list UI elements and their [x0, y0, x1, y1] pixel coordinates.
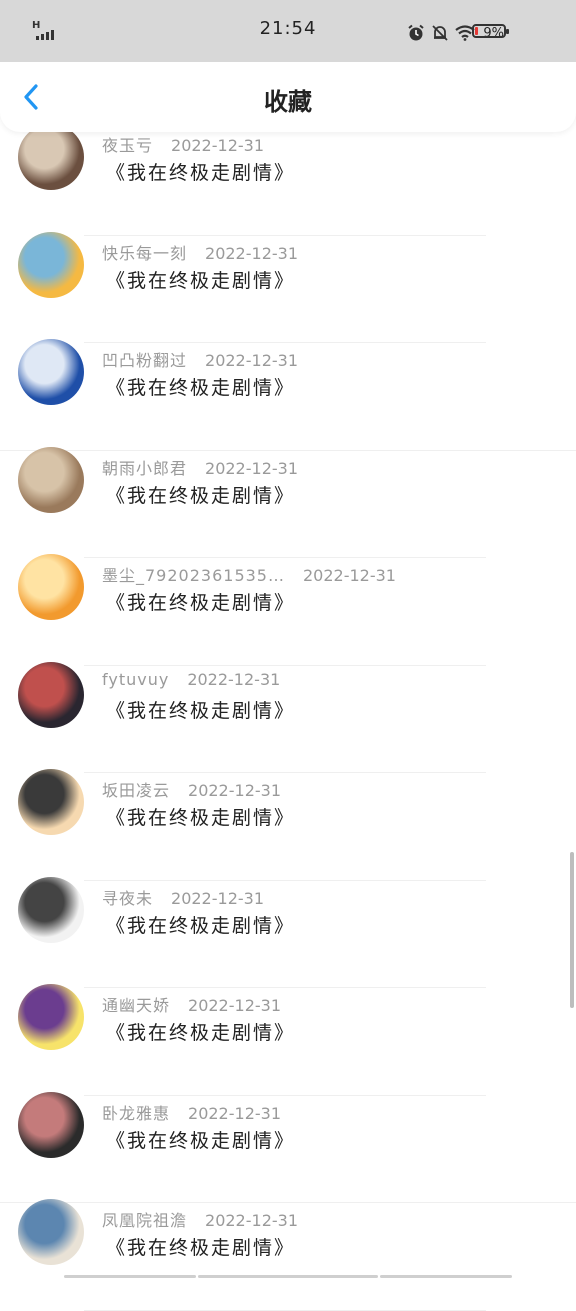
- avatar[interactable]: [18, 446, 84, 513]
- date-label: 2022-12-31: [205, 1211, 298, 1230]
- avatar[interactable]: [18, 984, 84, 1050]
- avatar[interactable]: [18, 876, 84, 943]
- list-item[interactable]: 卧龙雅惠 2022-12-31 《我在终极走剧情》: [0, 1091, 576, 1203]
- item-meta: 夜玉亏 2022-12-31: [102, 132, 264, 156]
- date-label: 2022-12-31: [205, 351, 298, 370]
- list-item[interactable]: 朝雨小郎君 2022-12-31 《我在终极走剧情》: [0, 446, 576, 558]
- list-item[interactable]: 寻夜未 2022-12-31 《我在终极走剧情》: [0, 876, 576, 988]
- avatar[interactable]: [18, 231, 84, 298]
- book-title[interactable]: 《我在终极走剧情》: [106, 481, 295, 508]
- user-name[interactable]: fytuvuy: [102, 670, 169, 689]
- user-name[interactable]: 朝雨小郎君: [102, 459, 187, 478]
- item-meta: fytuvuy 2022-12-31: [102, 670, 280, 689]
- avatar[interactable]: [18, 661, 84, 728]
- bottom-indicator-right: [380, 1275, 512, 1278]
- book-title[interactable]: 《我在终极走剧情》: [106, 911, 295, 938]
- scrollbar[interactable]: [570, 852, 574, 1008]
- battery-icon: [472, 24, 509, 38]
- divider: [84, 1309, 486, 1311]
- user-name[interactable]: 凹凸粉翻过: [102, 351, 187, 370]
- bottom-indicator-left: [64, 1275, 196, 1278]
- item-meta: 寻夜未 2022-12-31: [102, 885, 264, 909]
- item-meta: 通幽天娇 2022-12-31: [102, 992, 281, 1016]
- list-item[interactable]: fytuvuy 2022-12-31 《我在终极走剧情》: [0, 661, 576, 773]
- item-meta: 墨尘_79202361535… 2022-12-31: [102, 562, 396, 586]
- date-label: 2022-12-31: [188, 1103, 281, 1123]
- date-label: 2022-12-31: [302, 566, 396, 585]
- date-label: 2022-12-31: [171, 888, 264, 908]
- avatar[interactable]: [18, 124, 84, 190]
- user-name[interactable]: 寻夜未: [102, 889, 153, 908]
- list-item[interactable]: 快乐每一刻 2022-12-31 《我在终极走剧情》: [0, 231, 576, 343]
- avatar[interactable]: [18, 1091, 84, 1158]
- date-label: 2022-12-31: [205, 243, 298, 263]
- book-title[interactable]: 《我在终极走剧情》: [106, 373, 295, 400]
- header: 收藏: [0, 60, 576, 132]
- mute-icon: [432, 25, 449, 41]
- date-label: 2022-12-31: [205, 458, 298, 478]
- avatar[interactable]: [18, 339, 84, 405]
- avatar[interactable]: [18, 769, 84, 835]
- list-item[interactable]: 夜玉亏 2022-12-31 《我在终极走剧情》: [0, 124, 576, 236]
- list-item[interactable]: 凤凰院祖澹 2022-12-31 《我在终极走剧情》: [0, 1199, 576, 1311]
- favorites-list: 夜玉亏 2022-12-31 《我在终极走剧情》 快乐每一刻 2022-12-31 《我在…: [0, 124, 576, 1311]
- user-name[interactable]: 凤凰院祖澹: [102, 1211, 187, 1230]
- avatar[interactable]: [18, 554, 84, 620]
- list-item[interactable]: 通幽天娇 2022-12-31 《我在终极走剧情》: [0, 984, 576, 1096]
- date-label: 2022-12-31: [187, 669, 281, 689]
- book-title[interactable]: 《我在终极走剧情》: [106, 1018, 295, 1045]
- book-title[interactable]: 《我在终极走剧情》: [106, 158, 295, 185]
- book-title[interactable]: 《我在终极走剧情》: [106, 803, 295, 830]
- item-meta: 快乐每一刻 2022-12-31: [102, 240, 298, 264]
- item-meta: 凤凰院祖澹 2022-12-31: [102, 1207, 298, 1231]
- book-title[interactable]: 《我在终极走剧情》: [106, 1126, 295, 1153]
- user-name[interactable]: 坂田凌云: [102, 781, 170, 800]
- date-label: 2022-12-31: [188, 781, 281, 800]
- user-name[interactable]: 卧龙雅惠: [102, 1104, 170, 1123]
- status-bar: H 21:54 9%: [0, 0, 576, 62]
- item-meta: 卧龙雅惠 2022-12-31: [102, 1100, 281, 1124]
- user-name[interactable]: 墨尘_79202361535…: [102, 566, 285, 585]
- bottom-indicator-mid: [198, 1275, 378, 1278]
- item-meta: 坂田凌云 2022-12-31: [102, 777, 281, 801]
- book-title[interactable]: 《我在终极走剧情》: [106, 588, 295, 615]
- date-label: 2022-12-31: [171, 136, 264, 155]
- avatar[interactable]: [18, 1199, 84, 1265]
- book-title[interactable]: 《我在终极走剧情》: [106, 1233, 295, 1260]
- list-item[interactable]: 坂田凌云 2022-12-31 《我在终极走剧情》: [0, 769, 576, 881]
- list-item[interactable]: 凹凸粉翻过 2022-12-31 《我在终极走剧情》: [0, 339, 576, 451]
- book-title[interactable]: 《我在终极走剧情》: [106, 266, 295, 293]
- item-meta: 朝雨小郎君 2022-12-31: [102, 455, 298, 479]
- user-name[interactable]: 夜玉亏: [102, 136, 153, 155]
- user-name[interactable]: 通幽天娇: [102, 996, 170, 1015]
- list-item[interactable]: 墨尘_79202361535… 2022-12-31 《我在终极走剧情》: [0, 554, 576, 666]
- item-meta: 凹凸粉翻过 2022-12-31: [102, 347, 298, 371]
- page-title: 收藏: [264, 88, 312, 116]
- book-title[interactable]: 《我在终极走剧情》: [106, 696, 295, 723]
- date-label: 2022-12-31: [188, 996, 281, 1015]
- user-name[interactable]: 快乐每一刻: [102, 244, 187, 263]
- alarm-icon: [408, 24, 425, 41]
